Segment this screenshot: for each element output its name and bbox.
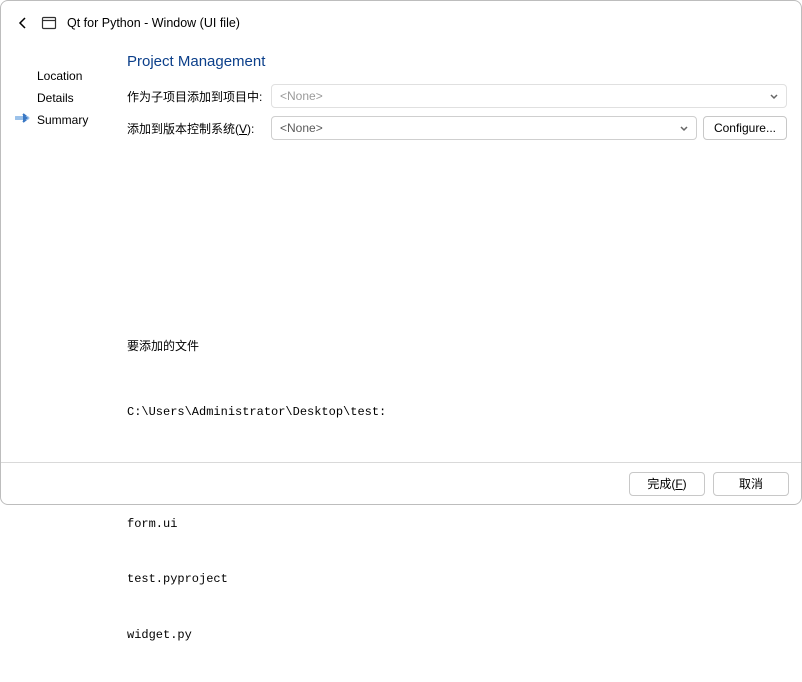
- file-entry: form.ui: [127, 515, 787, 534]
- sidebar-item-location[interactable]: Location: [19, 65, 123, 87]
- body: Location Details Summary Project Managem…: [1, 37, 801, 437]
- configure-button[interactable]: Configure...: [703, 116, 787, 140]
- sidebar-item-label: Summary: [37, 113, 88, 127]
- footer: 完成(F) 取消: [1, 462, 801, 504]
- wizard-sidebar: Location Details Summary: [15, 53, 123, 437]
- back-arrow-icon[interactable]: [15, 15, 31, 31]
- file-entry: test.pyproject: [127, 570, 787, 589]
- sidebar-item-details[interactable]: Details: [19, 87, 123, 109]
- chevron-down-icon: [768, 90, 780, 102]
- subproject-value: <None>: [280, 89, 323, 103]
- window-title: Qt for Python - Window (UI file): [67, 16, 240, 30]
- vcs-label: 添加到版本控制系统(V):: [127, 120, 271, 137]
- file-entry: widget.py: [127, 626, 787, 645]
- cancel-button[interactable]: 取消: [713, 472, 789, 496]
- files-path: C:\Users\Administrator\Desktop\test:: [127, 403, 787, 422]
- vcs-row: 添加到版本控制系统(V): <None> Configure...: [127, 116, 787, 140]
- subproject-row: 作为子项目添加到项目中: <None>: [127, 84, 787, 108]
- finish-button[interactable]: 完成(F): [629, 472, 705, 496]
- current-step-arrow-icon: [15, 111, 33, 125]
- subproject-label: 作为子项目添加到项目中:: [127, 88, 271, 105]
- main-panel: Project Management 作为子项目添加到项目中: <None> 添…: [123, 53, 787, 437]
- vcs-value: <None>: [280, 121, 323, 135]
- files-heading: 要添加的文件: [127, 337, 787, 356]
- vcs-select[interactable]: <None>: [271, 116, 697, 140]
- header-bar: Qt for Python - Window (UI file): [1, 1, 801, 37]
- window-type-icon: [41, 15, 57, 31]
- chevron-down-icon: [678, 122, 690, 134]
- subproject-select: <None>: [271, 84, 787, 108]
- sidebar-item-summary[interactable]: Summary: [19, 109, 123, 131]
- section-title: Project Management: [127, 53, 787, 70]
